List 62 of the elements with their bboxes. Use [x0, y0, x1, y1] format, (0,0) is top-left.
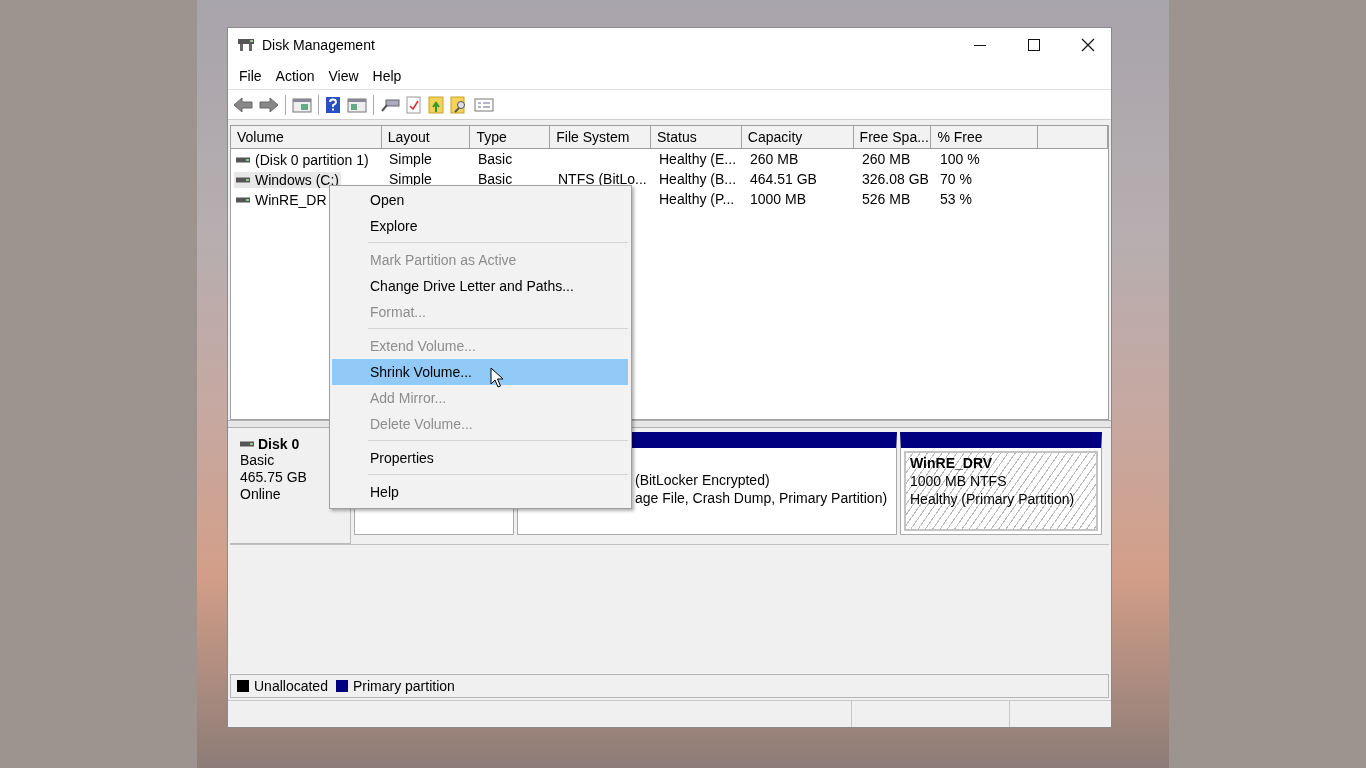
column-header[interactable]: % Free	[931, 126, 1039, 148]
table-cell: 53 %	[940, 191, 972, 207]
column-header[interactable]: Layout	[381, 126, 471, 148]
volume-name[interactable]: (Disk 0 partition 1)	[234, 152, 371, 168]
drive-icon	[240, 441, 254, 447]
table-cell: 326.08 GB	[862, 171, 929, 187]
menu-item[interactable]: Help	[365, 67, 409, 84]
mouse-pointer-icon	[490, 367, 504, 389]
help-icon[interactable]	[325, 95, 341, 114]
table-cell: 526 MB	[862, 191, 911, 207]
table-cell: 70 %	[940, 171, 972, 187]
menu-option[interactable]: Shrink Volume...	[332, 359, 628, 385]
menu-option[interactable]: Open	[332, 187, 628, 213]
table-cell: NTFS (BitLo...	[558, 171, 647, 187]
table-cell: 100 %	[940, 151, 980, 167]
menu-item[interactable]: View	[321, 67, 366, 84]
forward-arrow-icon[interactable]	[259, 96, 279, 113]
column-header[interactable]: Status	[651, 126, 742, 148]
partition-detail: age File, Crash Dump, Primary Partition)	[635, 489, 889, 507]
disk-status: Online	[240, 486, 282, 503]
disk-drive-icon	[237, 37, 255, 53]
column-header[interactable]: Capacity	[741, 126, 854, 148]
table-cell: Healthy (B...	[659, 171, 737, 187]
partition-detail: 1000 MB NTFS	[910, 472, 1008, 490]
table-cell: Healthy (E...	[659, 151, 737, 167]
partition-detail: (BitLocker Encrypted)	[635, 471, 771, 489]
menu-item[interactable]: File	[232, 67, 269, 84]
column-header[interactable]: Free Spa...	[853, 126, 932, 148]
disk-size: 465.75 GB	[240, 469, 308, 486]
volume-name[interactable]: WinRE_DR	[234, 192, 329, 208]
table-cell: Basic	[478, 171, 513, 187]
window-title: Disk Management	[262, 37, 375, 53]
legend-label: Unallocated	[254, 678, 328, 694]
table-cell: 260 MB	[750, 151, 799, 167]
checklist-icon[interactable]	[406, 95, 422, 114]
table-cell: Healthy (P...	[659, 191, 735, 207]
column-header[interactable]: File System	[550, 126, 652, 148]
menu-option[interactable]: Explore	[332, 213, 628, 239]
partition-block[interactable]: WinRE_DRV 1000 MB NTFS Healthy (Primary Partition)	[900, 432, 1102, 535]
table-cell: Simple	[389, 151, 432, 167]
partition-name: WinRE_DRV	[910, 454, 994, 472]
menu-option[interactable]: Change Drive Letter and Paths...	[332, 273, 628, 299]
drive-icon	[236, 157, 250, 163]
disk-type: Basic	[240, 452, 276, 469]
menu-item[interactable]: Action	[268, 67, 322, 84]
connector-icon[interactable]	[380, 96, 400, 113]
table-cell: 464.51 GB	[750, 171, 817, 187]
table-cell: Simple	[389, 171, 432, 187]
folder-up-icon[interactable]	[428, 95, 444, 114]
column-header[interactable]: Type	[470, 126, 551, 148]
legend-label: Primary partition	[352, 678, 455, 694]
folder-search-icon[interactable]	[450, 95, 468, 114]
column-header[interactable]: Volume	[231, 126, 382, 148]
partition-detail: Healthy (Primary Partition)	[910, 490, 1076, 508]
drive-icon	[236, 197, 250, 203]
table-cell: 1000 MB	[750, 191, 807, 207]
drive-icon	[236, 177, 250, 183]
back-arrow-icon[interactable]	[233, 96, 253, 113]
panel-icon[interactable]	[292, 96, 312, 113]
table-cell: Basic	[478, 151, 513, 167]
table-cell: 260 MB	[862, 151, 911, 167]
panel-icon[interactable]	[347, 96, 367, 113]
